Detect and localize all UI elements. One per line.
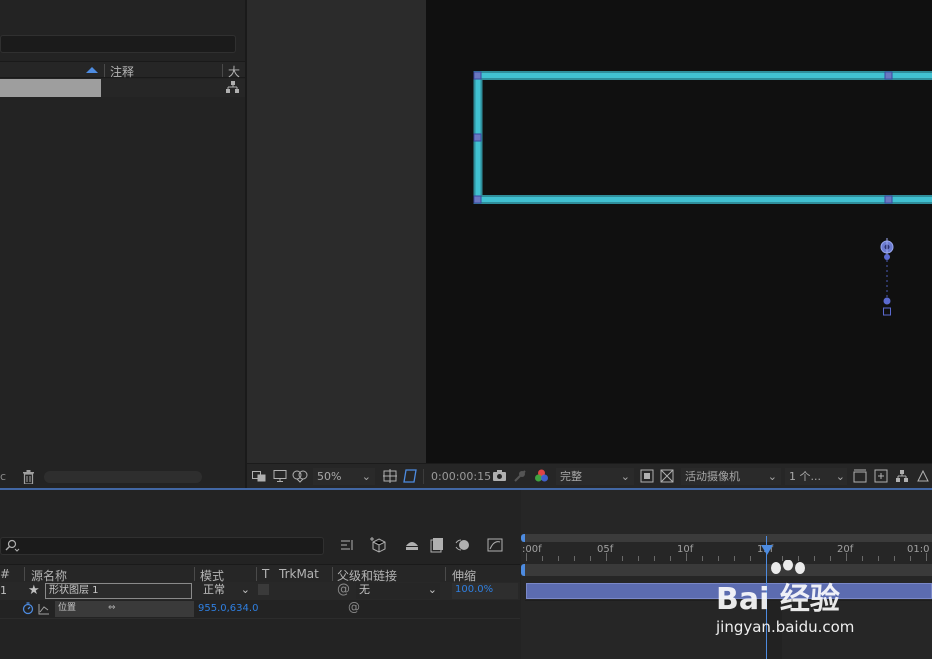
composition-viewer — [247, 0, 932, 463]
pick-whip-icon[interactable]: @ — [337, 582, 350, 597]
exposure-icon[interactable] — [916, 469, 930, 486]
project-search-input[interactable] — [0, 35, 236, 53]
composition-canvas[interactable] — [426, 0, 932, 463]
comp-marker-icon[interactable] — [370, 536, 388, 557]
link-icon[interactable]: ⇔ — [108, 603, 116, 613]
zoom-dropdown[interactable]: 50% ⌄ — [313, 468, 375, 485]
chevron-down-icon: ⌄ — [835, 470, 845, 483]
layer-name-field[interactable]: 形状图层 1 — [45, 583, 192, 599]
current-time-indicator-head[interactable] — [761, 545, 773, 555]
flowchart-icon[interactable] — [226, 81, 240, 97]
parent-value: 无 — [359, 583, 370, 596]
fast-previews-icon[interactable] — [640, 469, 654, 486]
position-value[interactable]: 955.0,634.0 — [198, 603, 258, 614]
views-value: 1 个... — [789, 470, 821, 483]
watermark-brand: Bai 经验 — [716, 582, 840, 617]
zoom-value: 50% — [317, 470, 342, 483]
draft-3d-icon[interactable] — [340, 538, 356, 555]
preserve-transparency-checkbox[interactable] — [258, 584, 269, 595]
chevron-down-icon: ⌄ — [240, 583, 250, 596]
layer-row[interactable]: 1 ★ 形状图层 1 正常 ⌄ @ 无 ⌄ 100.0% — [0, 582, 520, 600]
layer-mode-value: 正常 — [203, 583, 225, 596]
track-matte-t-header[interactable]: T — [262, 567, 269, 581]
views-dropdown[interactable]: 1 个... ⌄ — [785, 468, 847, 485]
viewer-toolbar: 50% ⌄ 0:00:00:15 完整 ⌄ 活动摄像机 ⌄ 1 个... ⌄ — [247, 463, 932, 488]
bit-depth-label[interactable]: c — [0, 470, 6, 483]
motion-blur-icon[interactable] — [455, 537, 471, 556]
graph-editor-icon[interactable] — [487, 537, 503, 556]
property-name: 位置 — [55, 601, 194, 617]
timeline-empty-area[interactable] — [0, 618, 520, 659]
property-row-position[interactable]: 位置 ⇔ 955.0,634.0 @ — [0, 600, 520, 618]
parent-dropdown[interactable]: 无 ⌄ — [356, 583, 440, 599]
toggle-pixel-aspect-icon[interactable] — [853, 469, 867, 486]
stopwatch-icon[interactable] — [22, 602, 34, 618]
star-icon: ★ — [28, 583, 40, 598]
shape-layer-rectangle[interactable] — [426, 0, 932, 463]
transparency-grid-icon[interactable] — [660, 469, 674, 486]
chevron-down-icon: ⌄ — [620, 470, 630, 483]
size-column-header[interactable]: 大 — [228, 63, 240, 80]
monitor-icon[interactable] — [273, 469, 287, 486]
always-preview-icon[interactable] — [252, 469, 266, 486]
composition-flowchart-icon[interactable] — [895, 469, 909, 486]
project-panel: 注释 大 c — [0, 0, 245, 488]
ruler-label: :00f — [522, 544, 542, 555]
camera-dropdown[interactable]: 活动摄像机 ⌄ — [681, 468, 781, 485]
time-navigator[interactable] — [525, 534, 932, 542]
mask-visibility-icon[interactable] — [292, 469, 308, 486]
timeline-search-input[interactable] — [0, 537, 324, 555]
flowchart-view-icon[interactable] — [874, 469, 888, 486]
search-icon — [4, 539, 20, 556]
project-column-header: 注释 大 — [0, 61, 245, 80]
watermark-url: jingyan.baidu.com — [716, 618, 855, 636]
resolution-value: 完整 — [560, 470, 582, 483]
chevron-down-icon: ⌄ — [361, 470, 371, 483]
project-item-row[interactable] — [0, 79, 245, 97]
expression-pickwhip-icon[interactable]: @ — [348, 600, 360, 614]
sort-ascending-icon[interactable] — [86, 67, 98, 73]
camera-snapshot-icon[interactable] — [492, 469, 507, 485]
project-horizontal-scrollbar[interactable] — [44, 471, 202, 483]
project-item-selection — [0, 79, 101, 97]
graph-icon[interactable] — [38, 603, 50, 618]
chevron-down-icon: ⌄ — [767, 470, 777, 483]
current-time-display[interactable]: 0:00:00:15 — [431, 468, 491, 485]
trash-icon[interactable] — [22, 470, 35, 487]
show-snapshot-icon[interactable] — [513, 469, 527, 486]
comment-column-header[interactable]: 注释 — [110, 63, 134, 80]
frame-blending-icon[interactable] — [430, 537, 444, 556]
color-channels-icon[interactable] — [534, 468, 549, 486]
timeline-column-header: # 源名称 模式 T TrkMat 父级和链接 伸缩 — [0, 564, 520, 583]
shy-layers-icon[interactable] — [404, 537, 420, 556]
project-bottom-bar: c — [0, 467, 245, 487]
chevron-down-icon: ⌄ — [427, 583, 437, 596]
region-of-interest-icon[interactable] — [403, 469, 417, 486]
layer-index: 1 — [0, 584, 7, 597]
time-ruler[interactable]: :00f 05f 10f 15f 20f 01:0 — [521, 543, 932, 561]
safe-zones-icon[interactable] — [383, 469, 397, 486]
camera-value: 活动摄像机 — [685, 470, 740, 483]
trkmat-header[interactable]: TrkMat — [279, 567, 319, 581]
baidu-watermark: Bai 经验 jingyan.baidu.com — [716, 560, 896, 640]
resolution-dropdown[interactable]: 完整 ⌄ — [556, 468, 634, 485]
anchor-point-icon — [880, 238, 894, 316]
stretch-value[interactable]: 100.0% — [452, 583, 518, 599]
layer-number-header[interactable]: # — [0, 567, 10, 581]
layer-mode-dropdown[interactable]: 正常 ⌄ — [200, 583, 252, 599]
